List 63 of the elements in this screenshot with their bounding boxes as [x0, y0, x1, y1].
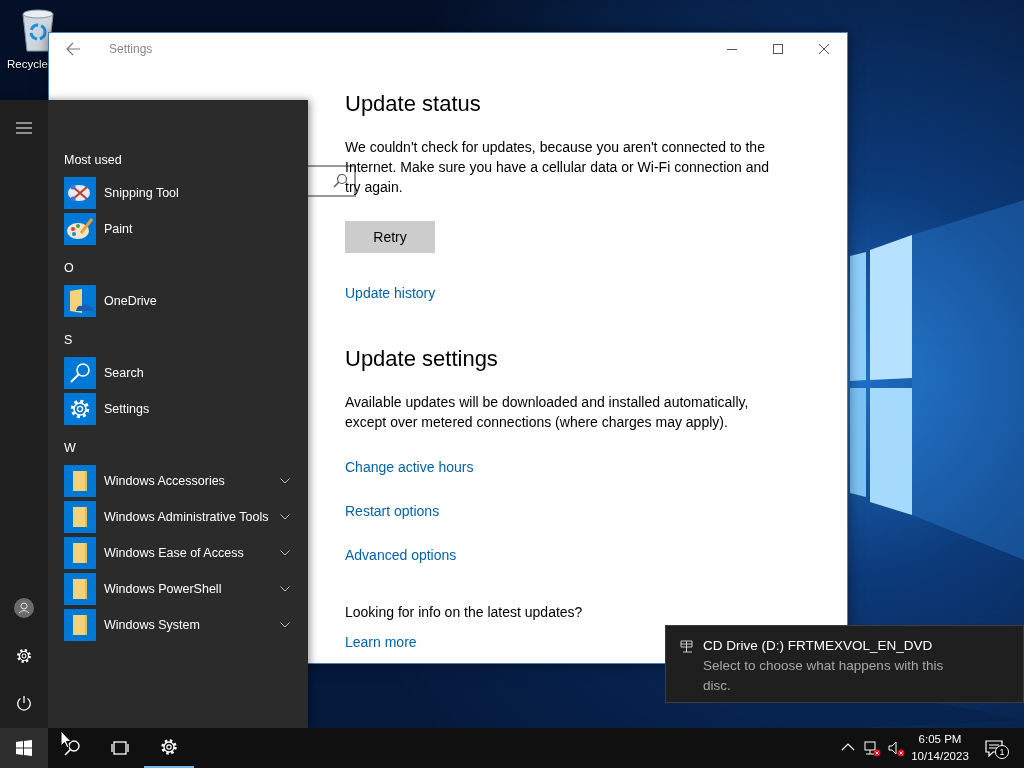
action-center-button[interactable]: 1 — [972, 728, 1016, 768]
search-icon[interactable] — [63, 739, 81, 757]
window-title: Settings — [109, 41, 153, 58]
info-text: Looking for info on the latest updates? — [345, 603, 584, 622]
app-name[interactable]: Windows System — [104, 615, 272, 635]
toast-text: Select to choose what happens with this disc. — [703, 657, 945, 695]
notification-icon[interactable] — [985, 739, 1003, 757]
folder-icon[interactable] — [64, 465, 96, 497]
folder-cloud-icon[interactable] — [64, 285, 96, 317]
desktop-icon-label: Recycle — [7, 57, 48, 72]
task-view-icon[interactable] — [111, 739, 129, 757]
settings-link[interactable]: Change active hours — [345, 457, 474, 477]
chevron-down-icon[interactable] — [280, 550, 290, 556]
group-header: Most used — [64, 152, 123, 169]
notification-count: 1 — [995, 745, 1009, 759]
clock[interactable]: 6:05 PM 10/14/2023 — [908, 728, 972, 768]
app-name[interactable]: Settings — [104, 399, 290, 419]
network-icon[interactable] — [863, 739, 881, 757]
section-text: We couldn't check for updates, because you aren't connected to the Internet. Make sure you have a cellular data or Wi-Fi connection and try again. — [345, 138, 771, 197]
group-header: O — [64, 260, 75, 277]
clock-time: 6:05 PM — [918, 732, 962, 747]
folder-icon[interactable] — [64, 609, 96, 641]
app-name[interactable]: Snipping Tool — [104, 183, 290, 203]
power-icon[interactable] — [15, 695, 33, 713]
menu-icon[interactable] — [16, 122, 32, 134]
settings-link[interactable]: Advanced options — [345, 545, 457, 565]
start-button[interactable] — [0, 728, 48, 768]
folder-icon[interactable] — [64, 573, 96, 605]
settings-icon[interactable] — [15, 647, 33, 665]
app-name[interactable]: Windows Administrative Tools — [104, 507, 272, 527]
app-name[interactable]: Search — [104, 363, 290, 383]
group-header: W — [64, 440, 77, 457]
chevron-down-icon[interactable] — [280, 586, 290, 592]
app-name[interactable]: OneDrive — [104, 291, 290, 311]
clock-date: 10/14/2023 — [911, 749, 969, 764]
windows-logo-icon[interactable] — [16, 740, 32, 756]
gear-icon[interactable] — [159, 737, 179, 757]
back-arrow-icon[interactable] — [65, 41, 81, 57]
section-heading: Update settings — [345, 345, 499, 373]
app-name[interactable]: Windows PowerShell — [104, 579, 272, 599]
chevron-down-icon[interactable] — [280, 622, 290, 628]
chevron-down-icon[interactable] — [280, 514, 290, 520]
settings-link[interactable]: Update history — [345, 283, 436, 303]
retry-button[interactable]: Retry — [345, 221, 435, 253]
drive-icon — [680, 640, 693, 653]
settings-link[interactable]: Restart options — [345, 501, 440, 521]
app-name[interactable]: Windows Ease of Access — [104, 543, 272, 563]
scissors-icon[interactable] — [64, 177, 96, 209]
learn-more-link[interactable]: Learn more — [345, 632, 417, 652]
notification-toast[interactable]: CD Drive (D:) FRTMEXVOL_EN_DVD Select to choose what happens with this disc. — [665, 625, 1024, 703]
volume-icon[interactable] — [887, 739, 905, 757]
group-header: S — [64, 332, 74, 349]
app-name[interactable]: Windows Accessories — [104, 471, 272, 491]
section-text: Available updates will be downloaded and installed automatically, except over metered connections (where charges may apply). — [345, 393, 750, 432]
user-avatar-icon[interactable] — [14, 598, 34, 618]
section-heading: Update status — [345, 90, 482, 118]
folder-icon[interactable] — [64, 537, 96, 569]
app-name[interactable]: Paint — [104, 219, 290, 239]
cursor-icon — [60, 730, 72, 749]
chevron-down-icon[interactable] — [280, 478, 290, 484]
palette-icon[interactable] — [64, 213, 96, 245]
folder-icon[interactable] — [64, 501, 96, 533]
toast-title: CD Drive (D:) FRTMEXVOL_EN_DVD — [703, 637, 934, 655]
